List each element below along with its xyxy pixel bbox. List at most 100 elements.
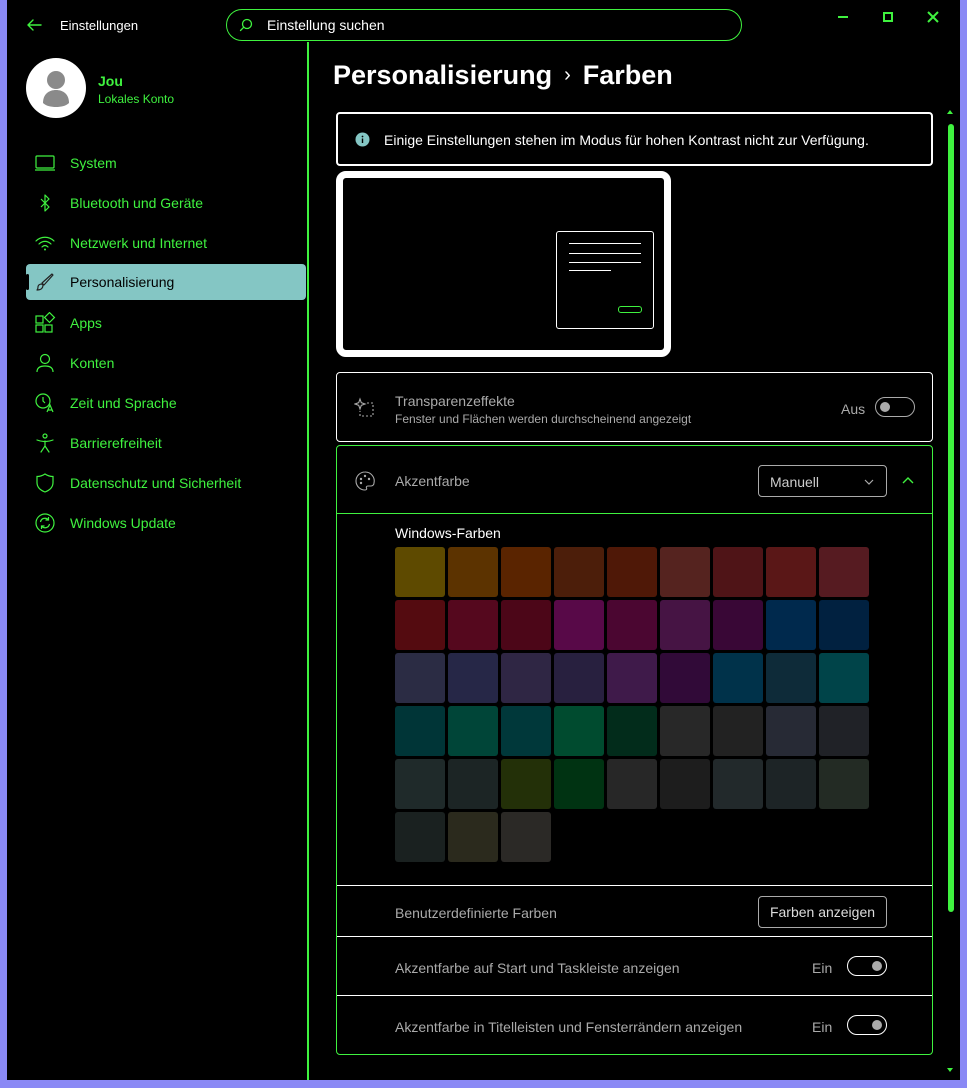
sidebar-item-label: Windows Update bbox=[70, 515, 176, 531]
color-swatch[interactable] bbox=[607, 547, 657, 597]
scroll-up-icon[interactable] bbox=[946, 108, 954, 116]
maximize-icon[interactable] bbox=[877, 9, 899, 25]
color-swatch[interactable] bbox=[501, 759, 551, 809]
color-swatch[interactable] bbox=[395, 653, 445, 703]
search-input[interactable]: Einstellung suchen bbox=[267, 17, 385, 33]
color-swatch[interactable] bbox=[554, 706, 604, 756]
color-swatch[interactable] bbox=[766, 653, 816, 703]
user-name: Jou bbox=[98, 73, 123, 89]
color-swatch[interactable] bbox=[395, 600, 445, 650]
color-swatch[interactable] bbox=[660, 600, 710, 650]
chevron-up-icon[interactable] bbox=[901, 474, 915, 488]
start-taskbar-state: Ein bbox=[812, 960, 833, 976]
wifi-icon bbox=[35, 236, 55, 251]
color-swatch[interactable] bbox=[501, 706, 551, 756]
sidebar-item-label: Apps bbox=[70, 315, 102, 331]
transparency-title: Transparenzeffekte bbox=[395, 393, 515, 409]
color-swatch[interactable] bbox=[501, 600, 551, 650]
color-swatch[interactable] bbox=[395, 759, 445, 809]
breadcrumb-parent[interactable]: Personalisierung bbox=[333, 60, 552, 90]
sidebar-item-bluetooth[interactable]: Bluetooth und Geräte bbox=[26, 185, 306, 221]
color-swatch[interactable] bbox=[819, 547, 869, 597]
titlebar-borders-toggle[interactable] bbox=[847, 1015, 887, 1035]
color-swatch[interactable] bbox=[713, 600, 763, 650]
color-swatch[interactable] bbox=[607, 759, 657, 809]
color-swatch[interactable] bbox=[501, 812, 551, 862]
palette-icon bbox=[355, 471, 375, 491]
color-swatch[interactable] bbox=[713, 547, 763, 597]
color-swatch[interactable] bbox=[448, 706, 498, 756]
color-swatch[interactable] bbox=[660, 706, 710, 756]
color-swatch[interactable] bbox=[660, 547, 710, 597]
color-swatch[interactable] bbox=[819, 600, 869, 650]
color-swatch[interactable] bbox=[713, 706, 763, 756]
color-swatch[interactable] bbox=[554, 600, 604, 650]
sidebar-item-accounts[interactable]: Konten bbox=[26, 345, 306, 381]
color-swatch[interactable] bbox=[766, 706, 816, 756]
color-swatch[interactable] bbox=[607, 706, 657, 756]
sidebar-item-system[interactable]: System bbox=[26, 145, 306, 181]
color-swatch[interactable] bbox=[448, 812, 498, 862]
sidebar-item-label: Datenschutz und Sicherheit bbox=[70, 475, 242, 491]
color-swatch[interactable] bbox=[819, 759, 869, 809]
preview-line bbox=[569, 270, 611, 271]
preview-line bbox=[569, 262, 641, 263]
color-swatch[interactable] bbox=[395, 547, 445, 597]
color-swatch[interactable] bbox=[607, 653, 657, 703]
scroll-down-icon[interactable] bbox=[946, 1066, 954, 1074]
color-swatch[interactable] bbox=[766, 600, 816, 650]
color-swatch[interactable] bbox=[819, 706, 869, 756]
sidebar-item-label: Konten bbox=[70, 355, 115, 371]
sidebar-item-windows-update[interactable]: Windows Update bbox=[26, 505, 306, 541]
color-swatch[interactable] bbox=[713, 653, 763, 703]
color-swatch[interactable] bbox=[395, 706, 445, 756]
sidebar-item-network[interactable]: Netzwerk und Internet bbox=[26, 225, 306, 261]
time-language-icon bbox=[35, 393, 54, 413]
color-swatch[interactable] bbox=[660, 759, 710, 809]
sidebar-divider bbox=[307, 42, 309, 1080]
sidebar-item-label: Netzwerk und Internet bbox=[70, 235, 207, 251]
color-swatch[interactable] bbox=[713, 759, 763, 809]
color-swatch[interactable] bbox=[448, 653, 498, 703]
sidebar-item-time-language[interactable]: Zeit und Sprache bbox=[26, 385, 306, 421]
page-title: Personalisierung › Farben bbox=[333, 60, 673, 91]
transparency-toggle[interactable] bbox=[875, 397, 915, 417]
sidebar-item-accessibility[interactable]: Barrierefreiheit bbox=[26, 425, 306, 461]
search-box[interactable]: Einstellung suchen bbox=[226, 9, 742, 41]
sidebar-item-label: Barrierefreiheit bbox=[70, 435, 162, 451]
avatar[interactable] bbox=[26, 58, 86, 118]
color-swatch[interactable] bbox=[501, 547, 551, 597]
preview-button bbox=[618, 306, 642, 313]
color-swatch[interactable] bbox=[766, 759, 816, 809]
back-arrow-icon[interactable] bbox=[23, 14, 45, 36]
color-swatch[interactable] bbox=[448, 547, 498, 597]
close-icon[interactable] bbox=[922, 9, 944, 25]
color-swatch[interactable] bbox=[607, 600, 657, 650]
titlebar-borders-state: Ein bbox=[812, 1019, 833, 1035]
sidebar-item-apps[interactable]: Apps bbox=[26, 305, 306, 341]
color-swatch[interactable] bbox=[554, 547, 604, 597]
color-swatch[interactable] bbox=[448, 600, 498, 650]
minimize-icon[interactable] bbox=[832, 9, 854, 25]
color-swatch[interactable] bbox=[766, 547, 816, 597]
section-divider bbox=[337, 936, 932, 937]
show-colors-button[interactable]: Farben anzeigen bbox=[758, 896, 887, 928]
scrollbar-thumb[interactable] bbox=[948, 124, 954, 912]
start-taskbar-label: Akzentfarbe auf Start und Taskleiste anz… bbox=[395, 960, 680, 976]
color-swatch[interactable] bbox=[819, 653, 869, 703]
preview-line bbox=[569, 243, 641, 244]
accent-mode-dropdown[interactable]: Manuell bbox=[758, 465, 887, 497]
person-icon bbox=[36, 353, 54, 373]
color-swatch[interactable] bbox=[554, 653, 604, 703]
high-contrast-info-bar: Einige Einstellungen stehen im Modus für… bbox=[336, 112, 933, 166]
sidebar-item-personalization[interactable]: Personalisierung bbox=[26, 264, 306, 300]
color-swatch[interactable] bbox=[395, 812, 445, 862]
color-swatch[interactable] bbox=[448, 759, 498, 809]
start-taskbar-toggle[interactable] bbox=[847, 956, 887, 976]
color-swatch[interactable] bbox=[660, 653, 710, 703]
color-swatch[interactable] bbox=[554, 759, 604, 809]
app-title: Einstellungen bbox=[60, 18, 139, 33]
color-swatch[interactable] bbox=[501, 653, 551, 703]
accessibility-icon bbox=[36, 433, 54, 453]
sidebar-item-privacy[interactable]: Datenschutz und Sicherheit bbox=[26, 465, 306, 501]
